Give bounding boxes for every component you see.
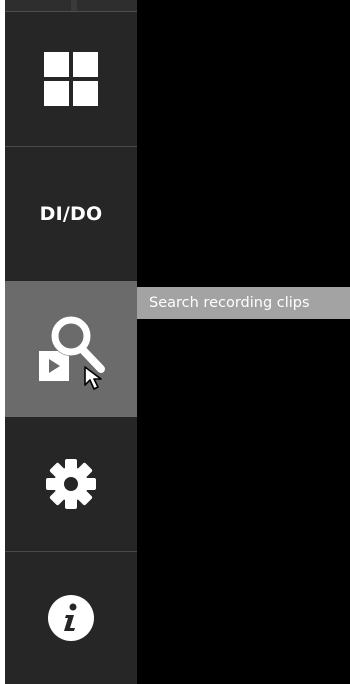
top-strip-marker [71,0,77,11]
grid-layout-icon [44,52,98,106]
sidebar-item-di-do[interactable]: DI/DO [5,146,137,281]
sidebar-top-strip [5,0,137,12]
tooltip: Search recording clips [137,287,350,319]
sidebar-item-info[interactable] [5,551,137,684]
gear-icon [46,459,96,509]
sidebar-item-search-recording[interactable] [5,281,137,417]
mouse-cursor-icon [84,366,102,390]
sidebar-item-settings[interactable] [5,417,137,551]
sidebar-item-layout[interactable] [5,12,137,146]
tooltip-text: Search recording clips [149,295,310,311]
app-screen: DI/DO Search recording clips [0,0,350,684]
di-do-label: DI/DO [39,203,103,225]
info-icon [48,595,94,641]
